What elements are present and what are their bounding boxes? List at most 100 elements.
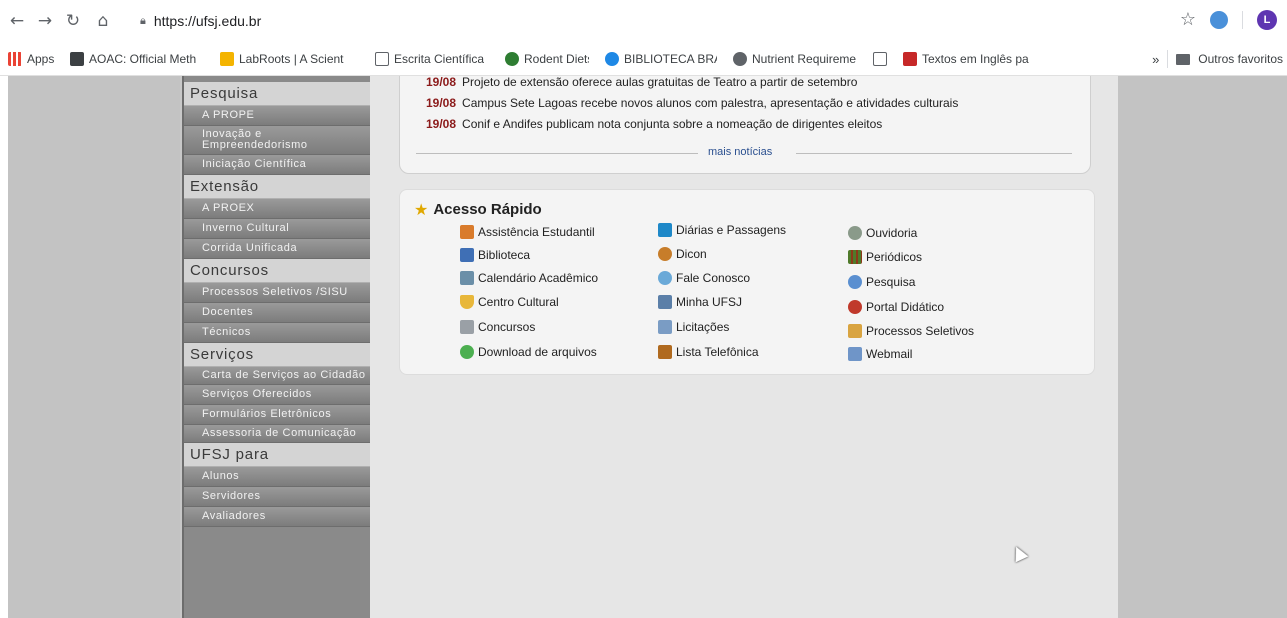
page-left-margin <box>8 76 180 618</box>
home-icon[interactable]: ⌂ <box>92 10 114 32</box>
form-icon <box>848 324 862 338</box>
quick-link-webmail[interactable]: Webmail <box>848 347 912 361</box>
sidebar-item-carta-servicos[interactable]: Carta de Serviços ao Cidadão <box>184 367 370 385</box>
folder-icon <box>1176 53 1191 65</box>
bookmark-aoac[interactable]: AOAC: Official Meth <box>62 42 212 76</box>
quick-link-assistencia[interactable]: Assistência Estudantil <box>460 225 595 239</box>
quick-link-pesquisa[interactable]: Pesquisa <box>848 275 915 289</box>
library-icon <box>605 51 619 66</box>
sidebar-item-processos-sisu[interactable]: Processos Seletivos /SISU <box>184 283 370 303</box>
back-icon[interactable]: ← <box>6 10 28 32</box>
page-right-margin <box>1118 76 1287 618</box>
bookmark-escrita[interactable]: Escrita Científica <box>367 42 497 76</box>
news-item[interactable]: 19/08 Conif e Andifes publicam nota conju… <box>426 117 882 131</box>
url-text[interactable]: https://ufsj.edu.br <box>154 13 261 29</box>
chat-icon <box>658 271 672 285</box>
phonebook-icon <box>658 345 672 359</box>
quick-access-title: ★ Acesso Rápido <box>414 200 542 219</box>
sidebar-menu: Pesquisa A PROPE Inovação e Empreendedor… <box>182 76 370 618</box>
quick-access-panel: ★ Acesso Rápido Assistência Estudantil Bi… <box>399 189 1095 375</box>
news-item[interactable]: 19/08 Projeto de extensão oferece aulas g… <box>426 76 857 89</box>
section-extensao: Extensão <box>184 175 370 199</box>
forward-icon[interactable]: → <box>34 10 56 32</box>
quick-link-processos-seletivos[interactable]: Processos Seletivos <box>848 324 974 338</box>
more-news-link[interactable]: mais notícias <box>708 146 772 158</box>
nutrient-icon <box>733 51 747 66</box>
section-pesquisa: Pesquisa <box>184 82 370 106</box>
sidebar-item-servidores[interactable]: Servidores <box>184 487 370 507</box>
sidebar-item-docentes[interactable]: Docentes <box>184 303 370 323</box>
toolbar-actions: ☆ L <box>1180 9 1287 30</box>
sidebar-item-assessoria[interactable]: Assessoria de Comunicação <box>184 425 370 443</box>
address-bar[interactable]: 🔒︎ https://ufsj.edu.br <box>140 10 261 32</box>
rodent-icon <box>505 51 519 66</box>
monitor-icon <box>658 295 672 309</box>
textos-icon <box>903 51 917 66</box>
download-icon <box>460 345 474 359</box>
other-bookmarks[interactable]: Outros favoritos <box>1198 52 1283 66</box>
mail-icon <box>848 347 862 361</box>
section-ufsj-para: UFSJ para <box>184 443 370 467</box>
users-icon <box>658 247 672 261</box>
toolbar-divider <box>1242 10 1243 29</box>
sidebar-item-proex[interactable]: A PROEX <box>184 199 370 219</box>
news-item[interactable]: 19/08 Campus Sete Lagoas recebe novos alu… <box>426 96 958 110</box>
bookmarks-divider <box>1167 50 1169 68</box>
bookmark-rodent-diets[interactable]: Rodent Diets <box>497 42 597 76</box>
sidebar-item-tecnicos[interactable]: Técnicos <box>184 323 370 343</box>
quick-link-licitacoes[interactable]: Licitações <box>658 320 729 334</box>
section-servicos: Serviços <box>184 343 370 367</box>
browser-toolbar: ← → ↻ ⌂ 🔒︎ https://ufsj.edu.br ☆ L <box>0 0 1287 42</box>
quick-link-biblioteca[interactable]: Biblioteca <box>460 248 530 262</box>
bookmark-biblioteca-brasil[interactable]: BIBLIOTECA BRASIL <box>597 42 725 76</box>
star-icon: ★ <box>414 200 429 219</box>
sidebar-item-alunos[interactable]: Alunos <box>184 467 370 487</box>
quick-link-fale-conosco[interactable]: Fale Conosco <box>658 271 750 285</box>
trophy-icon <box>460 320 474 334</box>
quick-link-diarias[interactable]: Diárias e Passagens <box>658 223 786 237</box>
sidebar-item-formularios[interactable]: Formulários Eletrônicos <box>184 405 370 425</box>
sidebar-item-avaliadores[interactable]: Avaliadores <box>184 507 370 527</box>
bookmark-labroots[interactable]: LabRoots | A Scient <box>212 42 367 76</box>
document-icon <box>658 320 672 334</box>
bookmarks-bar: Apps AOAC: Official Meth LabRoots | A Sc… <box>0 42 1287 76</box>
main-content: 19/08 Projeto de extensão oferece aulas g… <box>370 76 1118 618</box>
section-concursos: Concursos <box>184 259 370 283</box>
more-bookmarks-button[interactable]: » <box>1152 52 1159 67</box>
sidebar-item-servicos-oferecidos[interactable]: Serviços Oferecidos <box>184 385 370 405</box>
bookmark-textos[interactable]: Textos em Inglês pa <box>895 42 1045 76</box>
quick-link-concursos[interactable]: Concursos <box>460 320 535 334</box>
bookmark-star-icon[interactable]: ☆ <box>1180 9 1196 30</box>
page-icon <box>375 51 389 66</box>
shield-icon <box>460 295 474 309</box>
quick-link-centro-cultural[interactable]: Centro Cultural <box>460 295 559 309</box>
quick-link-periodicos[interactable]: Periódicos <box>848 250 922 264</box>
book-icon <box>460 248 474 262</box>
ear-icon <box>848 226 862 240</box>
reload-icon[interactable]: ↻ <box>62 10 84 32</box>
calendar-icon <box>460 271 474 285</box>
portal-icon <box>848 300 862 314</box>
quick-link-calendario[interactable]: Calendário Acadêmico <box>460 271 598 285</box>
sidebar-item-inverno-cultural[interactable]: Inverno Cultural <box>184 219 370 239</box>
bookmark-apps[interactable]: Apps <box>0 42 62 76</box>
web-page: Pesquisa A PROPE Inovação e Empreendedor… <box>8 76 1287 618</box>
quick-link-portal-didatico[interactable]: Portal Didático <box>848 300 944 314</box>
bookmark-page[interactable] <box>865 42 895 76</box>
profile-avatar[interactable]: L <box>1257 9 1277 30</box>
aoac-icon <box>70 51 84 66</box>
labroots-icon <box>220 51 234 66</box>
sidebar-item-corrida[interactable]: Corrida Unificada <box>184 239 370 259</box>
quick-link-minha-ufsj[interactable]: Minha UFSJ <box>658 295 742 309</box>
sidebar-item-prope[interactable]: A PROPE <box>184 106 370 126</box>
quick-link-dicon[interactable]: Dicon <box>658 247 707 261</box>
extension-icon[interactable] <box>1210 10 1228 29</box>
people-icon <box>460 225 474 239</box>
quick-link-ouvidoria[interactable]: Ouvidoria <box>848 226 917 240</box>
quick-link-lista-telefonica[interactable]: Lista Telefônica <box>658 345 759 359</box>
sidebar-item-iniciacao[interactable]: Iniciação Científica <box>184 155 370 175</box>
sidebar-item-inovacao[interactable]: Inovação e Empreendedorismo <box>184 126 370 155</box>
bookmark-nutrient[interactable]: Nutrient Requireme <box>725 42 865 76</box>
plane-icon <box>658 223 672 237</box>
quick-link-download[interactable]: Download de arquivos <box>460 345 597 359</box>
